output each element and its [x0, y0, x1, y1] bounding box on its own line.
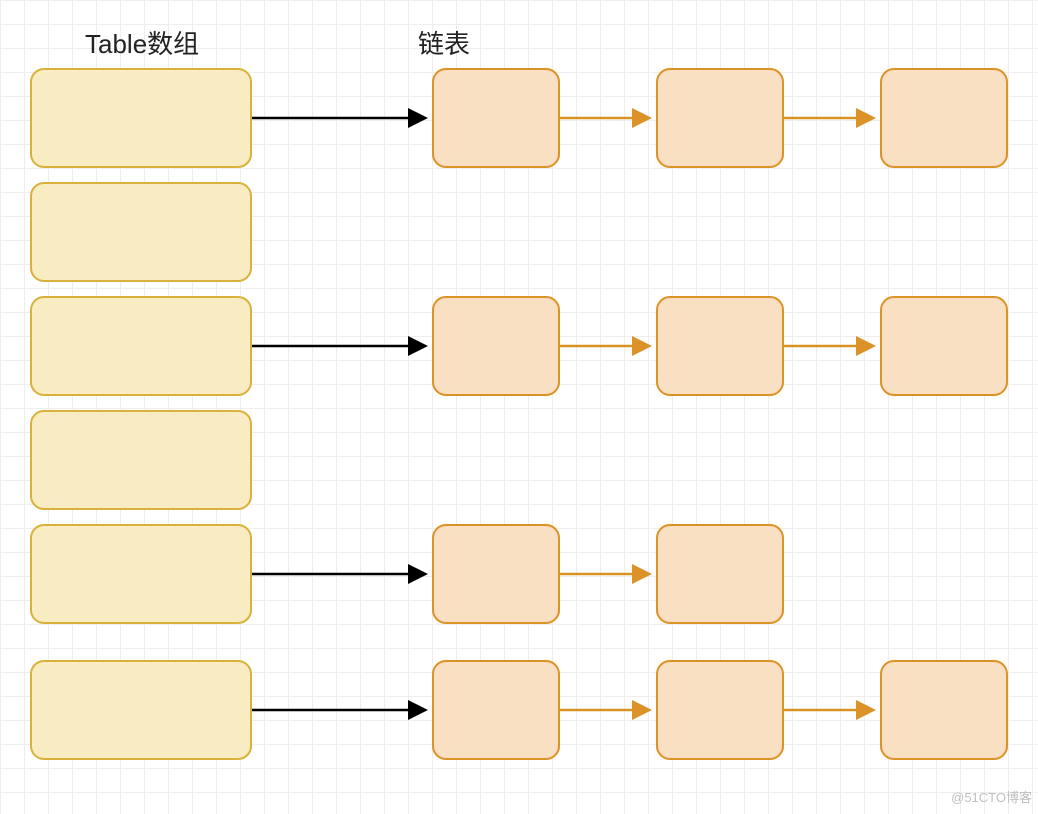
table-slot-3	[30, 410, 252, 510]
node-2-1	[656, 296, 784, 396]
node-0-0	[432, 68, 560, 168]
node-5-2	[880, 660, 1008, 760]
node-4-1	[656, 524, 784, 624]
node-0-2	[880, 68, 1008, 168]
table-slot-4	[30, 524, 252, 624]
node-5-1	[656, 660, 784, 760]
watermark: @51CTO博客	[951, 787, 1032, 806]
node-4-0	[432, 524, 560, 624]
table-slot-0	[30, 68, 252, 168]
table-slot-2	[30, 296, 252, 396]
node-5-0	[432, 660, 560, 760]
node-0-1	[656, 68, 784, 168]
node-2-2	[880, 296, 1008, 396]
node-2-0	[432, 296, 560, 396]
table-slot-5	[30, 660, 252, 760]
table-array-label: Table数组	[85, 24, 199, 61]
table-slot-1	[30, 182, 252, 282]
linked-list-label: 链表	[418, 24, 470, 61]
